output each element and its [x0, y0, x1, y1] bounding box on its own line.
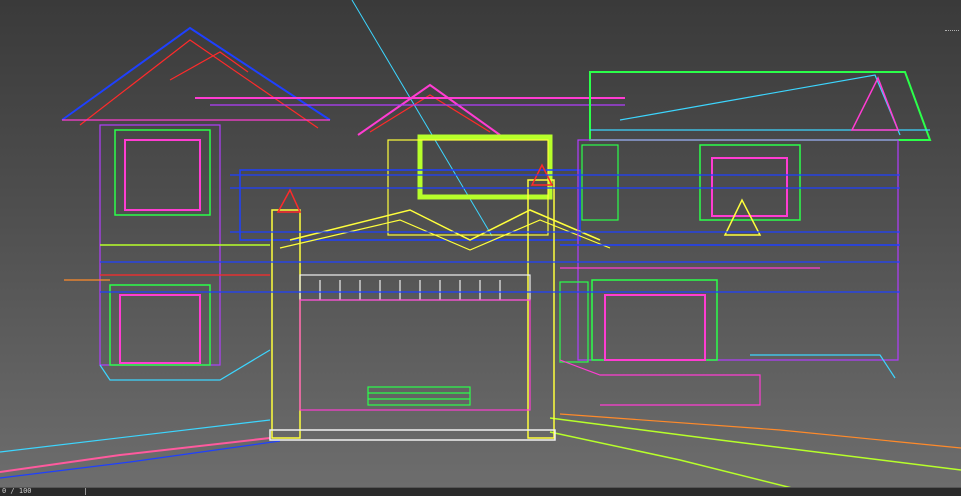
right-window-upper-inner [711, 157, 788, 217]
right-base [559, 359, 761, 406]
right-tower [850, 76, 900, 131]
left-roof [61, 26, 331, 121]
left-window-upper-inner [124, 139, 201, 211]
road-edge-right-2 [549, 431, 801, 491]
ground-line [0, 419, 271, 453]
right-window-lower-2 [559, 281, 589, 363]
center-roof-peak [357, 83, 501, 136]
right-wing-box [577, 139, 899, 361]
right-window-left [581, 144, 619, 221]
left-gable [169, 51, 249, 81]
porch-balusters [319, 280, 501, 300]
left-window-lower-inner [119, 294, 201, 364]
coordinate-readout: 0 / 100 [2, 487, 32, 495]
right-finial [723, 198, 762, 236]
left-roof-inner [79, 39, 319, 129]
right-base-2 [750, 354, 896, 379]
perspective-viewport[interactable] [0, 0, 961, 495]
road-edge-right-3 [559, 413, 961, 449]
camera-target-line [351, 0, 493, 237]
timeline-tick [85, 488, 86, 495]
left-window-lower [109, 284, 211, 366]
porch-left-finial [276, 188, 302, 213]
house-wireframe-model[interactable] [0, 0, 961, 495]
porch-balustrade [299, 274, 531, 301]
road-edge-right [549, 417, 961, 471]
left-window-upper [114, 129, 211, 216]
porch-steps [367, 386, 471, 406]
right-roof-inner [619, 74, 901, 136]
right-window-upper [699, 144, 801, 221]
right-window-lower-inner [604, 294, 706, 361]
porch-floor [269, 429, 556, 441]
road-edge-left [0, 437, 271, 473]
axis-gizmo-hint [945, 30, 959, 34]
